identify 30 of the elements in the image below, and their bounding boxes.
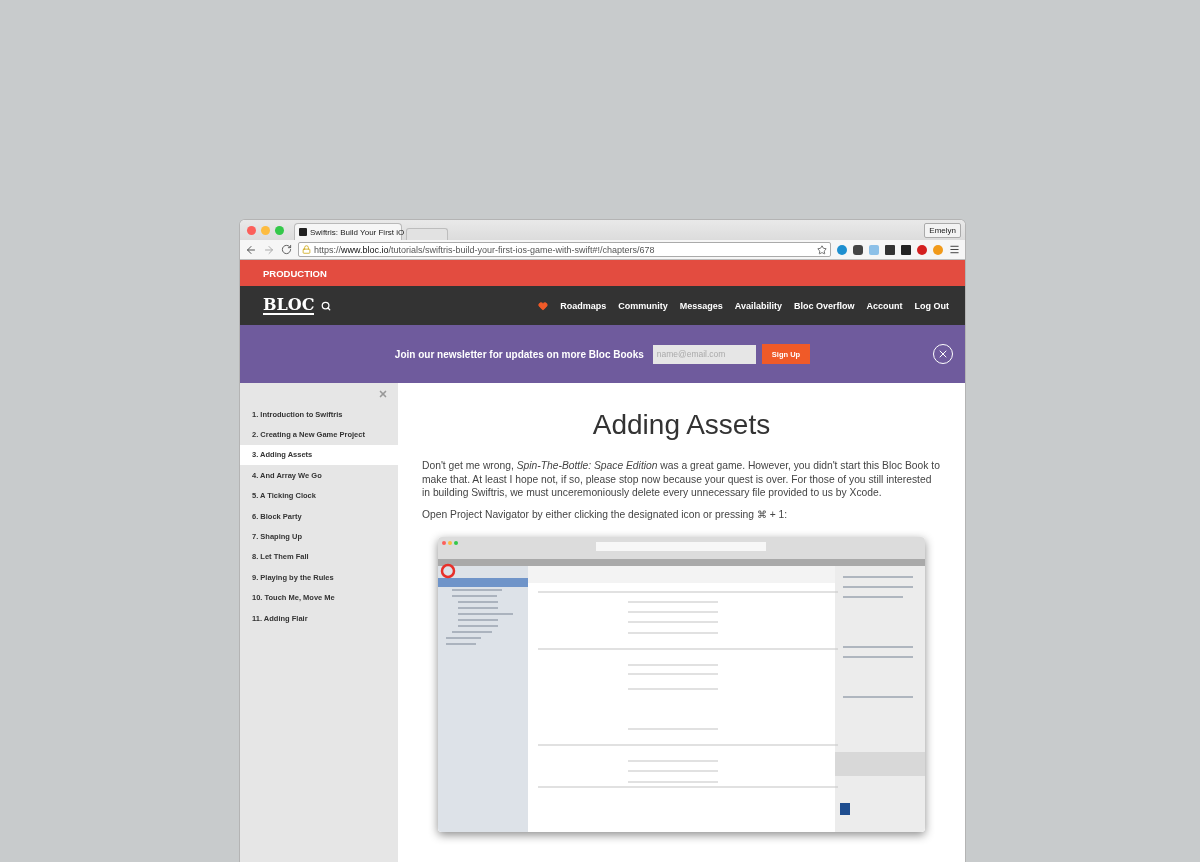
paragraph: Open Project Navigator by either clicking the designated icon or pressing ⌘ + 1: bbox=[422, 507, 789, 522]
lock-icon bbox=[302, 245, 311, 254]
newsletter-text: Join our newsletter for updates on more Bloc Books bbox=[394, 348, 644, 360]
close-icon[interactable] bbox=[378, 389, 388, 399]
tab-title: Swiftris: Build Your First iO bbox=[310, 227, 405, 237]
back-icon[interactable] bbox=[245, 243, 257, 256]
reload-icon[interactable] bbox=[281, 244, 292, 255]
profile-button[interactable]: Emelyn bbox=[924, 222, 961, 238]
nav-link[interactable]: Account bbox=[866, 300, 903, 311]
nav-link[interactable]: Messages bbox=[679, 300, 723, 311]
heart-icon[interactable] bbox=[538, 300, 549, 311]
extension-icon[interactable] bbox=[885, 244, 895, 255]
nav-link[interactable]: Roadmaps bbox=[560, 300, 607, 311]
chapter-title: Adding Assets bbox=[591, 409, 772, 441]
nav-link[interactable]: Bloc Overflow bbox=[794, 300, 855, 311]
nav-link[interactable]: Log Out bbox=[914, 300, 949, 311]
menu-icon[interactable] bbox=[949, 244, 960, 255]
environment-banner: PRODUCTION bbox=[240, 260, 965, 286]
close-icon[interactable] bbox=[247, 225, 256, 235]
nav-link[interactable]: Availability bbox=[734, 300, 782, 311]
extension-icon[interactable] bbox=[901, 244, 911, 255]
logo[interactable]: BLOC bbox=[263, 296, 315, 315]
address-bar[interactable]: https://www.bloc.io/tutorials/swiftris-build-your-first-ios-game-with-swift#!/chapters/678 bbox=[298, 242, 831, 257]
search-icon[interactable] bbox=[321, 300, 332, 311]
browser-tab[interactable]: Swiftris: Build Your First iO bbox=[294, 223, 402, 240]
star-icon[interactable] bbox=[817, 244, 827, 255]
paragraph: Don't get me wrong, Spin-The-Bottle: Space Edition was a great game. However, you didn't start this Bloc Book to make that. At least I hope not, if so, please stop now because your quest is over. For those of you still interested in building Swiftris, we must unceremoniously delete every unnecessary file provided to us by Xcode. bbox=[422, 459, 941, 500]
extension-icon[interactable] bbox=[853, 244, 863, 255]
favicon bbox=[299, 228, 307, 236]
nav-link[interactable]: Community bbox=[618, 300, 668, 311]
